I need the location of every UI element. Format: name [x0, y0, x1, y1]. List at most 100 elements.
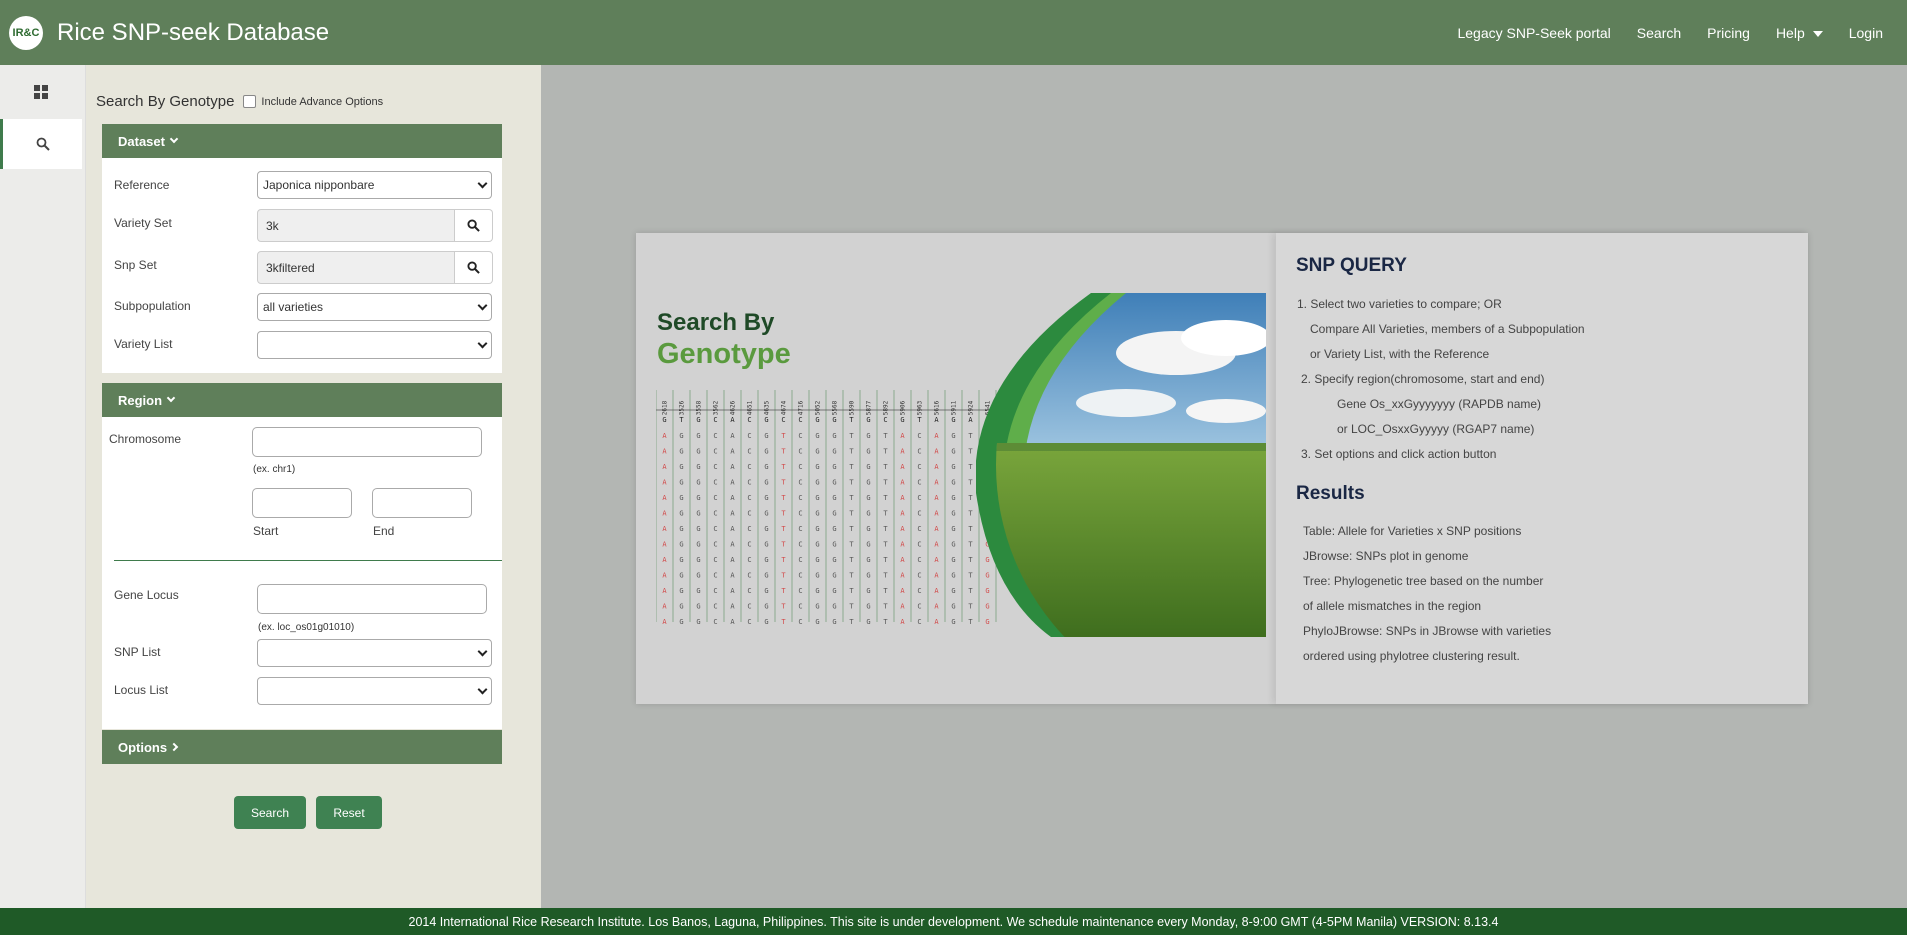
grid-reference-base: A: [730, 416, 735, 424]
grid-allele-cell: T: [968, 556, 973, 564]
site-title[interactable]: Rice SNP-seek Database: [57, 19, 329, 47]
grid-allele-cell: T: [968, 510, 973, 518]
nav-legacy-portal[interactable]: Legacy SNP-Seek portal: [1457, 25, 1610, 41]
irric-logo[interactable]: IR&C: [9, 15, 43, 50]
region-section: Chromosome (ex. chr1) Start End Gene Loc…: [102, 417, 502, 729]
end-input[interactable]: [372, 488, 472, 518]
grid-allele-cell: A: [934, 494, 939, 502]
grid-allele-cell: G: [696, 556, 700, 564]
grid-allele-cell: T: [781, 618, 786, 626]
grid-allele-cell: C: [917, 603, 921, 611]
grid-allele-cell: T: [883, 510, 888, 518]
grid-reference-base: G: [662, 416, 666, 424]
grid-allele-cell: C: [713, 448, 717, 456]
grid-allele-cell: G: [679, 432, 683, 440]
rail-dashboard[interactable]: [0, 67, 82, 117]
grid-allele-cell: G: [815, 541, 819, 549]
locus-list-select[interactable]: [257, 677, 492, 705]
grid-allele-cell: G: [815, 572, 819, 580]
nav-login[interactable]: Login: [1849, 25, 1883, 41]
grid-position-label: 2618: [662, 400, 669, 415]
grid-allele-cell: G: [696, 463, 700, 471]
grid-allele-cell: G: [815, 525, 819, 533]
grid-allele-cell: G: [951, 525, 955, 533]
variety-list-label: Variety List: [114, 337, 173, 351]
gene-locus-input[interactable]: [257, 584, 487, 614]
snp-set-group: 3kfiltered: [257, 251, 493, 284]
grid-allele-cell: G: [696, 432, 700, 440]
search-button[interactable]: Search: [234, 796, 306, 829]
grid-allele-cell: G: [696, 603, 700, 611]
grid-allele-cell: T: [781, 587, 786, 595]
dataset-section-header[interactable]: Dataset: [102, 124, 502, 158]
advance-options-checkbox[interactable]: [243, 95, 257, 108]
grid-allele-cell: G: [832, 479, 836, 487]
grid-allele-cell: C: [798, 587, 802, 595]
grid-reference-base: T: [917, 416, 922, 424]
reference-select[interactable]: Japonica nipponbare: [257, 171, 492, 199]
variety-set-group: 3k: [257, 209, 493, 242]
nav-pricing[interactable]: Pricing: [1707, 25, 1750, 41]
variety-list-select[interactable]: [257, 331, 492, 359]
search-icon: [467, 261, 480, 274]
grid-allele-cell: T: [849, 541, 854, 549]
grid-allele-cell: T: [883, 618, 888, 626]
grid-allele-cell: G: [679, 587, 683, 595]
snp-line: or LOC_OsxxGyyyyy (RGAP7 name): [1337, 422, 1535, 436]
grid-allele-cell: C: [747, 556, 751, 564]
grid-allele-cell: A: [900, 479, 905, 487]
grid-allele-cell: C: [713, 541, 717, 549]
grid-reference-base: A: [968, 416, 973, 424]
variety-set-search-button[interactable]: [455, 209, 493, 242]
chevron-down-icon: [169, 134, 179, 144]
grid-allele-cell: G: [832, 618, 836, 626]
snp-set-input[interactable]: 3kfiltered: [257, 251, 455, 284]
grid-allele-cell: G: [866, 494, 870, 502]
grid-allele-cell: G: [866, 587, 870, 595]
grid-allele-cell: A: [730, 525, 735, 533]
info-card: Search By Genotype 2618 3526 3558 3562 4626 4…: [636, 233, 1808, 704]
rice-field-illustration: [976, 293, 1266, 637]
grid-allele-cell: T: [968, 432, 973, 440]
variety-set-input[interactable]: 3k: [257, 209, 455, 242]
snp-set-search-button[interactable]: [455, 251, 493, 284]
reference-value: Japonica nipponbare: [263, 178, 375, 192]
site-footer: 2014 International Rice Research Institu…: [0, 908, 1907, 935]
grid-allele-cell: G: [815, 479, 819, 487]
rail-search[interactable]: [0, 119, 82, 169]
grid-allele-cell: A: [900, 448, 905, 456]
snp-line: Compare All Varieties, members of a Subp…: [1310, 322, 1585, 336]
grid-allele-cell: T: [968, 603, 973, 611]
region-section-header[interactable]: Region: [102, 383, 502, 417]
start-input[interactable]: [252, 488, 352, 518]
chromosome-input[interactable]: [252, 427, 482, 457]
grid-allele-cell: T: [968, 525, 973, 533]
grid-allele-cell: C: [713, 587, 717, 595]
nav-search[interactable]: Search: [1637, 25, 1681, 41]
grid-allele-cell: T: [849, 463, 854, 471]
grid-allele-cell: A: [730, 494, 735, 502]
snp-list-select[interactable]: [257, 639, 492, 667]
reset-button[interactable]: Reset: [316, 796, 382, 829]
grid-allele-cell: C: [917, 432, 921, 440]
grid-allele-cell: C: [798, 479, 802, 487]
options-section-header[interactable]: Options: [102, 730, 502, 764]
grid-position-label: 4674: [781, 400, 788, 415]
grid-allele-cell: T: [968, 479, 973, 487]
grid-position-label: 5963: [917, 400, 924, 415]
grid-allele-cell: G: [679, 494, 683, 502]
grid-allele-cell: T: [849, 448, 854, 456]
grid-allele-cell: C: [747, 587, 751, 595]
grid-allele-cell: G: [679, 572, 683, 580]
grid-allele-cell: T: [883, 572, 888, 580]
grid-position-label: 4626: [730, 400, 737, 415]
subpopulation-select[interactable]: all varieties: [257, 293, 492, 321]
grid-allele-cell: C: [798, 432, 802, 440]
grid-position-label: 3558: [696, 400, 703, 415]
search-icon: [36, 137, 50, 151]
panel-title-row: Search By Genotype Include Advance Optio…: [96, 93, 383, 110]
grid-allele-cell: C: [713, 572, 717, 580]
snp-line: 3. Set options and click action button: [1301, 447, 1497, 461]
grid-allele-cell: G: [832, 525, 836, 533]
nav-help[interactable]: Help: [1776, 25, 1823, 41]
